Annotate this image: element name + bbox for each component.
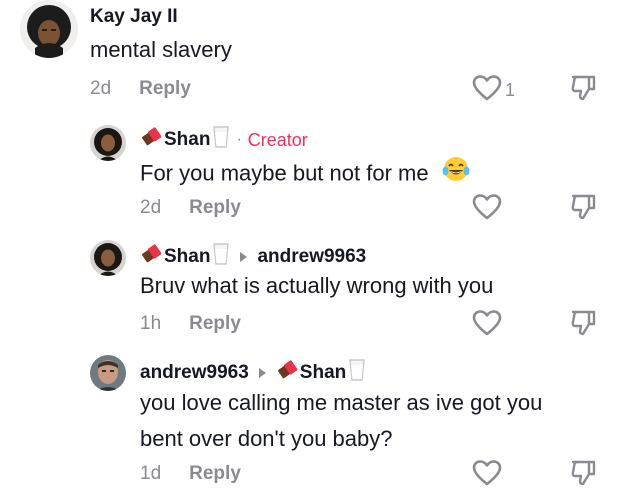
thumbs-down-icon xyxy=(569,194,597,225)
reply-to-username[interactable]: Shan xyxy=(300,362,346,384)
comment-username[interactable]: Shan · Creator xyxy=(140,125,308,155)
comment-shan-reply: Shan andrew9963 Bruv what is actually wr… xyxy=(0,230,620,345)
comment-timestamp: 1d xyxy=(140,463,162,484)
comment-meta: 2d Reply xyxy=(140,197,241,219)
reply-arrow-icon xyxy=(240,252,248,262)
separator-dot: · xyxy=(236,131,242,148)
reply-button[interactable]: Reply xyxy=(189,463,241,484)
comment-text: For you maybe but not for me xyxy=(140,155,471,194)
reply-button[interactable]: Reply xyxy=(139,78,191,99)
milk-glass-icon xyxy=(212,125,230,155)
comment-text: you love calling me master as ive got yo… xyxy=(140,385,542,457)
reply-arrow-icon xyxy=(258,368,266,378)
dislike-button[interactable] xyxy=(569,193,597,226)
thumbs-down-icon xyxy=(569,310,597,341)
chocolate-bar-icon xyxy=(140,126,162,154)
comment-timestamp: 2d xyxy=(140,197,162,218)
like-button[interactable] xyxy=(472,459,502,492)
dislike-button[interactable] xyxy=(569,74,597,107)
comment-text-line: you love calling me master as ive got yo… xyxy=(140,390,543,415)
creator-badge: Creator xyxy=(247,129,308,150)
comment-text-line: bent over don't you baby? xyxy=(140,426,393,451)
like-button[interactable] xyxy=(472,309,502,342)
comment-timestamp: 1h xyxy=(140,313,162,334)
avatar[interactable] xyxy=(90,240,126,276)
comment-timestamp: 2d xyxy=(90,78,112,99)
heart-icon xyxy=(472,193,502,226)
chocolate-bar-icon xyxy=(140,243,162,271)
like-count: 1 xyxy=(505,80,516,100)
reply-button[interactable]: Reply xyxy=(189,313,241,334)
username-text: Shan xyxy=(164,246,211,267)
comment-username[interactable]: andrew9963 Shan xyxy=(140,358,366,388)
comment-shan-creator: Shan · Creator For you maybe but not for… xyxy=(0,110,620,230)
tears-of-joy-emoji-icon xyxy=(441,155,471,194)
comment-meta: 1h Reply xyxy=(140,313,241,335)
avatar[interactable] xyxy=(90,125,126,161)
avatar[interactable] xyxy=(90,355,126,391)
heart-icon xyxy=(472,74,502,107)
heart-icon xyxy=(472,459,502,492)
like-button[interactable] xyxy=(472,193,502,226)
thumbs-down-icon xyxy=(569,75,597,106)
chocolate-bar-icon xyxy=(276,359,298,387)
heart-icon xyxy=(472,309,502,342)
dislike-button[interactable] xyxy=(569,309,597,342)
comment-text-line: Bruv what is actually wrong with you xyxy=(140,273,494,298)
like-button[interactable]: 1 xyxy=(472,74,515,107)
username-text: Shan xyxy=(164,129,211,150)
reply-to-username[interactable]: andrew9963 xyxy=(257,246,366,268)
comment-username[interactable]: Kay Jay II xyxy=(90,6,178,28)
dislike-button[interactable] xyxy=(569,459,597,492)
username-text: Kay Jay II xyxy=(90,6,178,27)
comment-andrew-reply: andrew9963 Shan you love calling me mast… xyxy=(0,345,620,500)
comment-kay-jay: Kay Jay II mental slavery 2d Reply 1 xyxy=(0,0,620,110)
comment-meta: 1d Reply xyxy=(140,463,241,485)
username-text: andrew9963 xyxy=(140,362,249,383)
comment-text-line: For you maybe but not for me xyxy=(140,160,429,186)
comment-text: Bruv what is actually wrong with you xyxy=(140,268,493,304)
reply-button[interactable]: Reply xyxy=(189,197,241,218)
milk-glass-icon xyxy=(348,358,366,388)
thumbs-down-icon xyxy=(569,460,597,491)
avatar[interactable] xyxy=(20,0,78,58)
comment-text: mental slavery xyxy=(90,32,232,68)
comment-text-line: mental slavery xyxy=(90,37,232,62)
comment-meta: 2d Reply xyxy=(90,78,191,100)
